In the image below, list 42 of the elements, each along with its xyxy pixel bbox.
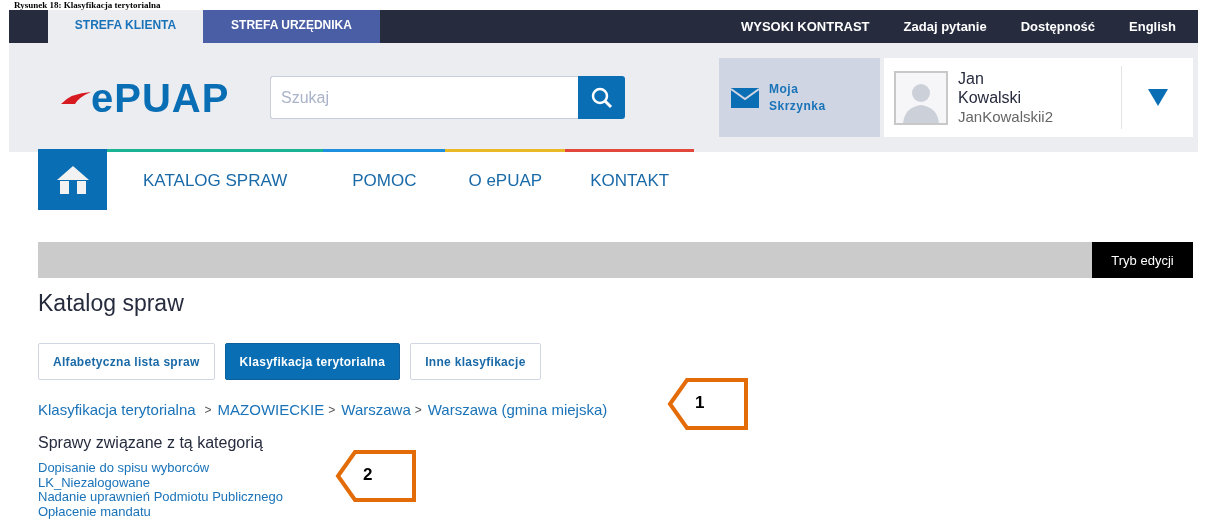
top-link[interactable]: Dostępność bbox=[1020, 19, 1096, 34]
breadcrumb-separator: > bbox=[328, 402, 336, 417]
view-tab[interactable]: Klasyfikacja terytorialna bbox=[224, 343, 401, 380]
page-title: Katalog spraw bbox=[38, 289, 185, 318]
breadcrumb-link[interactable]: Warszawa (gmina miejska) bbox=[427, 401, 608, 418]
breadcrumb-separator: > bbox=[414, 402, 422, 417]
nav-link[interactable]: KONTAKT bbox=[565, 149, 695, 210]
breadcrumb-link[interactable]: Klasyfikacja terytorialna bbox=[38, 401, 196, 418]
user-name: Jan Kowalski bbox=[958, 69, 1023, 107]
nav-link[interactable]: O ePUAP bbox=[445, 149, 566, 210]
breadcrumb-separator: > bbox=[204, 402, 212, 417]
top-link[interactable]: Zadaj pytanie bbox=[903, 19, 987, 34]
mailbox-link[interactable]: Moja Skrzynka bbox=[719, 58, 880, 137]
breadcrumb-link[interactable]: MAZOWIECKIE bbox=[217, 401, 325, 418]
callout-number: 1 bbox=[695, 393, 705, 413]
section-heading: Sprawy związane z tą kategorią bbox=[38, 434, 264, 452]
caret-icon bbox=[1147, 89, 1168, 106]
top-link[interactable]: WYSOKI KONTRAST bbox=[741, 19, 870, 34]
case-link[interactable]: LK_Niezalogowane bbox=[38, 475, 151, 490]
envelope-icon bbox=[731, 87, 759, 108]
nav-link[interactable]: KATALOG SPRAW bbox=[107, 149, 324, 210]
breadcrumb-link[interactable]: Warszawa bbox=[341, 401, 411, 418]
avatar bbox=[894, 70, 948, 125]
edit-mode-button[interactable]: Tryb edycji bbox=[1092, 242, 1193, 278]
figure-caption: Rysunek 18: Klasyfikacja terytorialna bbox=[13, 0, 162, 10]
search-icon bbox=[590, 86, 613, 109]
case-link[interactable]: Opłacenie mandatu bbox=[38, 504, 151, 519]
nav-link[interactable]: POMOC bbox=[323, 149, 446, 210]
view-tab[interactable]: Inne klasyfikacje bbox=[410, 343, 541, 380]
user-login: JanKowalskii2 bbox=[958, 107, 1055, 126]
search-field[interactable]: Szukaj bbox=[270, 76, 578, 119]
case-link[interactable]: Nadanie uprawnień Podmiotu Publicznego bbox=[38, 490, 283, 505]
case-link[interactable]: Dopisanie do spisu wyborców bbox=[38, 461, 210, 476]
logo-swoosh-icon bbox=[61, 90, 91, 105]
top-link[interactable]: English bbox=[1129, 19, 1176, 34]
zone-tab[interactable]: STREFA KLIENTA bbox=[48, 10, 203, 43]
view-tab[interactable]: Alfabetyczna lista spraw bbox=[38, 343, 215, 380]
logo[interactable]: ePUAP bbox=[91, 77, 230, 118]
search-button[interactable] bbox=[578, 76, 625, 119]
callout-number: 2 bbox=[363, 465, 373, 485]
home-button[interactable] bbox=[38, 149, 107, 210]
zone-tab[interactable]: STREFA URZĘDNIKA bbox=[203, 10, 380, 43]
